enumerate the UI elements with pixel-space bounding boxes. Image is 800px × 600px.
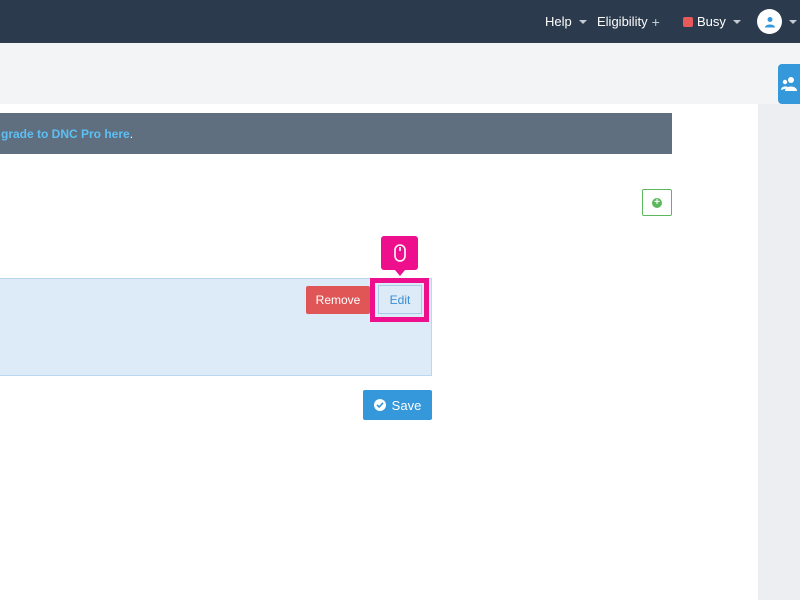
upgrade-banner: grade to DNC Pro here . bbox=[0, 113, 672, 154]
check-circle-icon bbox=[373, 399, 386, 411]
upgrade-link[interactable]: grade to DNC Pro here bbox=[1, 127, 130, 141]
users-icon bbox=[781, 77, 797, 91]
banner-trailing-text: . bbox=[129, 126, 134, 141]
add-button[interactable]: + bbox=[642, 189, 672, 216]
help-menu[interactable]: Help bbox=[545, 0, 587, 43]
side-panel-tab[interactable] bbox=[778, 64, 800, 104]
eligibility-menu[interactable]: Eligibility + bbox=[597, 0, 660, 43]
user-icon bbox=[764, 16, 775, 27]
eligibility-label: Eligibility bbox=[597, 14, 648, 29]
chevron-down-icon bbox=[578, 19, 587, 24]
status-indicator bbox=[683, 16, 693, 27]
chevron-down-icon bbox=[732, 19, 741, 24]
mouse-icon bbox=[393, 244, 406, 262]
status-label: Busy bbox=[697, 14, 726, 29]
save-label: Save bbox=[391, 397, 422, 413]
user-menu[interactable] bbox=[757, 0, 797, 43]
top-navbar: Help Eligibility + Busy bbox=[0, 0, 800, 43]
edit-button[interactable]: Edit bbox=[378, 285, 422, 314]
plus-icon: + bbox=[651, 13, 660, 30]
help-label: Help bbox=[545, 14, 572, 29]
save-button[interactable]: Save bbox=[363, 390, 432, 420]
status-menu[interactable]: Busy bbox=[683, 0, 741, 43]
mouse-pointer-callout bbox=[381, 236, 418, 276]
avatar bbox=[757, 9, 782, 34]
remove-button[interactable]: Remove bbox=[306, 286, 370, 314]
right-gutter bbox=[758, 104, 800, 600]
chevron-down-icon bbox=[789, 19, 797, 24]
plus-circle-icon: + bbox=[652, 197, 662, 208]
